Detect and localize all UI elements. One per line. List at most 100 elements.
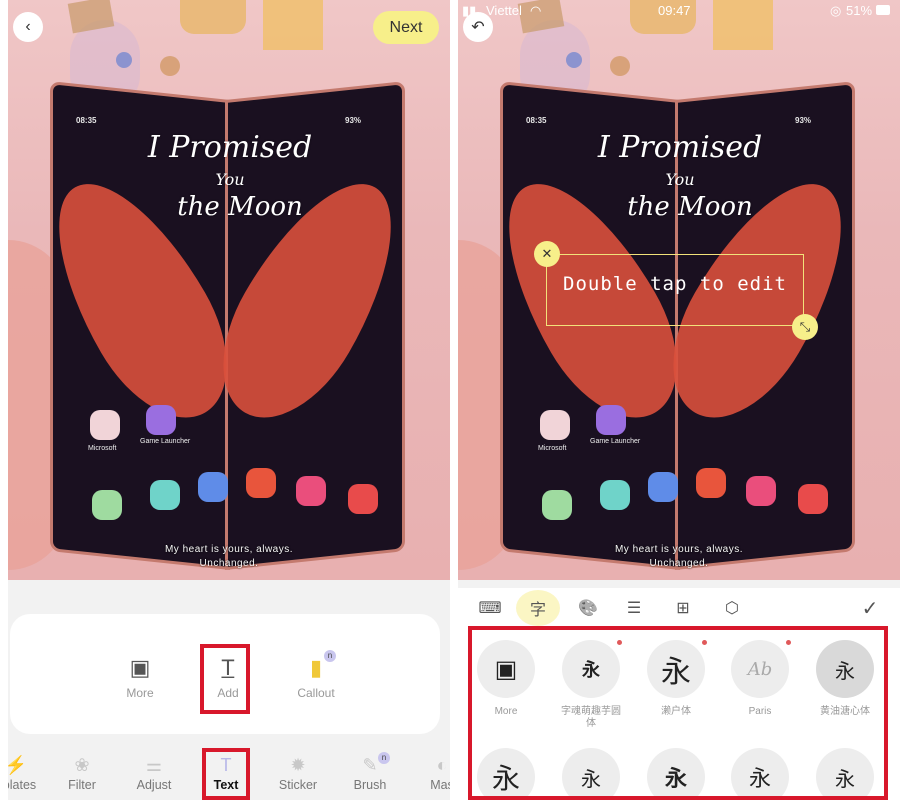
text-layer-box[interactable]: Double tap to edit [546,254,804,326]
mask-icon: ◐ [436,755,448,775]
tool-add[interactable]: ⊞ [667,592,699,624]
right-screen: 08:35 93% I Promised You the Moon Micros… [458,0,900,800]
app-label: Game Launcher [140,438,191,445]
tool-font[interactable]: 字 [516,590,560,626]
tab-label: Filter [68,778,96,792]
templates-icon: ⚡ [8,755,28,775]
hexagon-icon: ⬡ [725,600,739,617]
app-icon-game-launcher [596,405,626,435]
caption-line1: My heart is yours, always. [164,544,294,555]
app-icon-microsoft [540,410,570,440]
submenu-label: More [126,686,154,700]
phone-time: 08:35 [526,116,547,125]
tool-keyboard[interactable]: ⌨ [474,592,506,624]
background-object [116,52,132,68]
tab-label: Mas [430,778,450,792]
resize-icon: ⤡ [799,319,811,334]
tab-label: nplates [8,778,37,792]
tool-style[interactable]: ⬡ [716,592,748,624]
left-screen: 08:35 93% I Promised You the Moon Micros… [8,0,450,800]
app-label: Microsoft [538,445,567,452]
tab-brush[interactable]: ✎ Brush n [340,752,400,792]
tab-label: Brush [353,778,387,792]
submenu-callout[interactable]: ▮ Callout n [286,650,346,700]
submenu-more[interactable]: ▣ More [110,654,170,700]
app-icon-camera [348,484,378,514]
wallpaper-text-line3: the Moon [627,192,753,222]
undo-button[interactable]: ↶ [463,12,493,42]
app-icon-phone [542,490,572,520]
add-box-icon: ⊞ [676,600,690,617]
battery-percent: 51% [846,3,873,18]
phone-time: 08:35 [76,116,97,125]
photo-canvas[interactable]: 08:35 93% I Promised You the Moon Micros… [8,0,450,580]
tab-filter[interactable]: ❀ Filter [52,752,112,792]
phone-image: 08:35 93% I Promised You the Moon Micros… [23,81,427,570]
new-badge: n [378,752,390,764]
callout-icon: ▮ [309,655,323,680]
caption-line2: Unchanged. [649,558,709,569]
caption-line1: My heart is yours, always. [614,544,744,555]
tab-templates[interactable]: ⚡ nplates [8,752,46,792]
wallpaper-text-line1: I Promised [147,130,313,165]
checkmark-icon: ✓ [861,597,879,620]
phone-battery: 93% [795,116,812,125]
next-button[interactable]: Next [373,11,439,44]
align-icon: ☰ [626,600,642,617]
delete-text-handle[interactable]: ✕ [534,241,560,267]
wallpaper-text-line2: You [215,170,245,189]
app-icon-internet [648,472,678,502]
undo-icon: ↶ [471,19,485,36]
tab-sticker[interactable]: ✹ Sticker [268,752,328,792]
tab-mask[interactable]: ◐ Mas [412,752,450,792]
caption-line2: Unchanged. [199,558,259,569]
resize-text-handle[interactable]: ⤡ [792,314,818,340]
background-object [610,56,630,76]
app-icon-camera [798,484,828,514]
wallpaper-text-line1: I Promised [597,130,763,165]
font-icon: 字 [529,602,546,619]
tool-color[interactable]: 🎨 [572,592,604,624]
background-object [160,56,180,76]
app-icon-store [246,468,276,498]
close-icon: ✕ [541,246,553,261]
phone-battery: 93% [345,116,362,125]
tool-align[interactable]: ☰ [618,592,650,624]
tab-adjust[interactable]: ⚌ Adjust [124,752,184,792]
app-label: Microsoft [88,445,117,452]
background-object [713,0,773,50]
store-icon: ▣ [129,655,151,680]
app-icon-game-launcher [146,405,176,435]
wallpaper-text-line3: the Moon [177,192,303,222]
text-layer-placeholder[interactable]: Double tap to edit [547,273,803,295]
app-icon-store [696,468,726,498]
app-icon-internet [198,472,228,502]
app-icon-messages [150,480,180,510]
photo-canvas[interactable]: 08:35 93% I Promised You the Moon Micros… [458,0,900,580]
background-object [263,0,323,50]
app-icon-microsoft [90,410,120,440]
tab-label: Adjust [136,778,172,792]
highlight-box-add [200,644,250,714]
back-button[interactable]: ‹ [13,12,43,42]
app-icon-messages [600,480,630,510]
highlight-box-fonts [468,626,888,800]
app-icon-gallery [746,476,776,506]
submenu-label: Callout [297,686,335,700]
sticker-icon: ✹ [290,755,306,775]
chevron-left-icon: ‹ [25,18,31,35]
background-object [180,0,246,34]
app-label: Game Launcher [590,438,641,445]
new-badge: n [324,650,336,662]
brush-icon: ✎ [362,755,378,775]
wallpaper-text-line2: You [665,170,695,189]
status-time: 09:47 [658,3,691,18]
app-icon-phone [92,490,122,520]
palette-icon: 🎨 [578,600,598,617]
rotation-lock-icon: ◎ [830,3,842,18]
app-icon-gallery [296,476,326,506]
confirm-button[interactable]: ✓ [854,592,886,624]
text-edit-toolbar: ⌨ 字 🎨 ☰ ⊞ ⬡ ✓ [458,588,900,628]
adjust-icon: ⚌ [145,755,163,775]
highlight-box-text-tab [202,748,250,800]
